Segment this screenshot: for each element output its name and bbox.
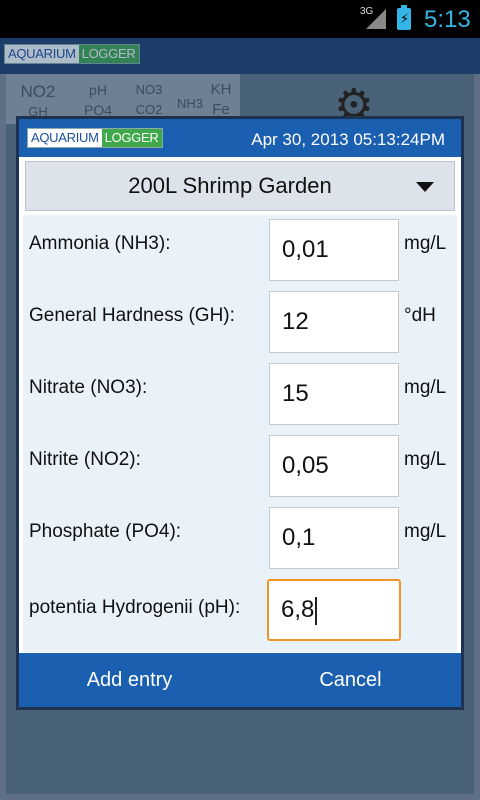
field-row-nitrate: Nitrate (NO3): 15 mg/L [23,359,457,425]
ammonia-input[interactable]: 0,01 [269,219,399,281]
status-time: 5:13 [424,6,471,33]
nitrate-unit: mg/L [404,377,447,398]
field-row-ph: potentia Hydrogenii (pH): 6,8 [23,579,457,641]
status-bar: 3G ⚡ 5:13 [0,0,480,38]
gh-input[interactable]: 12 [269,291,399,353]
battery-charging-icon: ⚡ [397,5,411,30]
dialog-header: AQUARIUM LOGGER Apr 30, 2013 05:13:24PM [19,119,461,157]
ammonia-unit: mg/L [404,233,447,254]
field-row-gh: General Hardness (GH): 12 °dH [23,287,457,353]
logo-text-aquarium: AQUARIUM [8,46,76,61]
ph-input[interactable]: 6,8 [267,579,401,641]
tab-no3-label: NO3 [135,82,163,97]
tab-ph-label: pH [89,82,107,98]
dialog-button-bar: Add entry Cancel [19,653,461,707]
nitrite-unit: mg/L [404,449,447,470]
chevron-down-icon [416,182,434,192]
gh-label: General Hardness (GH): [29,305,235,326]
tab-ph[interactable]: pH PO4 [78,80,118,120]
phosphate-input[interactable]: 0,1 [269,507,399,569]
field-row-ammonia: Ammonia (NH3): 0,01 mg/L [23,215,457,281]
ammonia-label: Ammonia (NH3): [29,233,171,254]
phosphate-unit: mg/L [404,521,447,542]
tab-kh[interactable]: KH Fe [206,80,236,120]
tank-selector[interactable]: 200L Shrimp Garden [25,161,455,211]
app-logo: AQUARIUM LOGGER [4,44,140,64]
cancel-button[interactable]: Cancel [240,653,461,707]
tab-nh3-label: NH3 [176,96,203,111]
phosphate-label: Phosphate (PO4): [29,521,182,542]
dialog-logo-aquarium: AQUARIUM [31,130,99,145]
tab-kh-label: KH [210,81,232,98]
nitrite-input[interactable]: 0,05 [269,435,399,497]
dialog-logo-logger: LOGGER [101,129,162,147]
text-cursor [315,596,318,625]
tab-nh3[interactable]: NH3 [170,94,210,114]
nitrite-label: Nitrite (NO2): [29,449,141,470]
tank-selector-value: 200L Shrimp Garden [128,173,332,198]
tab-no2-label: NO2 [20,82,56,101]
ph-label: potentia Hydrogenii (pH): [29,597,241,618]
field-row-nitrite: Nitrite (NO2): 0,05 mg/L [23,431,457,497]
logo-text-logger: LOGGER [78,45,139,63]
nitrate-input[interactable]: 15 [269,363,399,425]
tab-no3[interactable]: NO3 CO2 [126,80,172,120]
signal-icon [366,9,386,29]
add-entry-button[interactable]: Add entry [19,653,240,707]
add-entry-dialog: AQUARIUM LOGGER Apr 30, 2013 05:13:24PM … [16,116,464,710]
gh-unit: °dH [404,305,436,326]
measurements-form: Ammonia (NH3): 0,01 mg/L General Hardnes… [23,215,457,652]
nitrate-label: Nitrate (NO3): [29,377,148,398]
dialog-logo: AQUARIUM LOGGER [27,128,163,148]
ph-input-value: 6,8 [281,596,315,623]
field-row-phosphate: Phosphate (PO4): 0,1 mg/L [23,503,457,569]
entry-date[interactable]: Apr 30, 2013 05:13:24PM [251,130,445,150]
